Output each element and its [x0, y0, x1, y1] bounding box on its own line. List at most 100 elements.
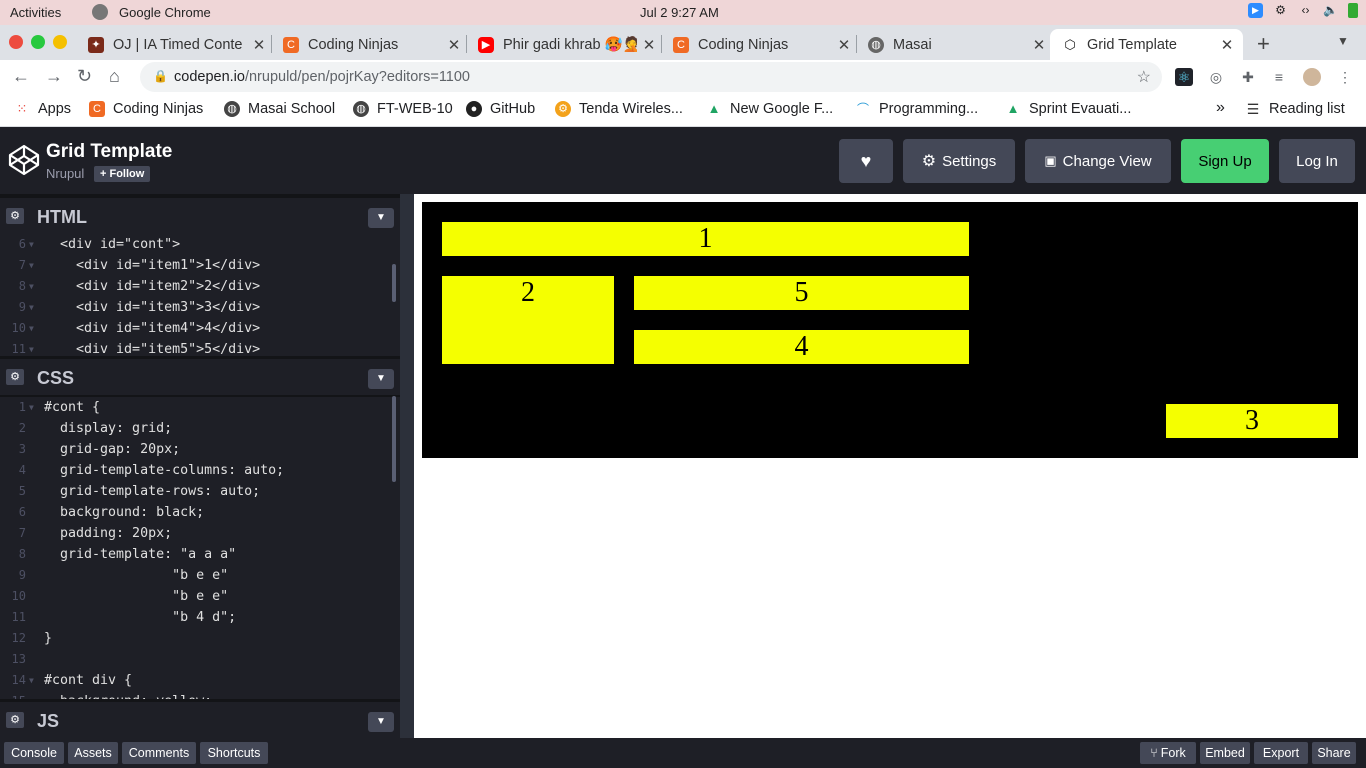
html-panel-header[interactable]: ⚙ HTML ▼ [0, 198, 400, 234]
tab-label: Coding Ninjas [698, 36, 789, 53]
tab-strip: ✦ OJ | IA Timed Conte ✕ C Coding Ninjas … [0, 25, 1366, 60]
fold-arrow-icon[interactable]: ▼ [29, 234, 34, 255]
close-icon[interactable]: ✕ [446, 36, 462, 54]
gear-icon[interactable]: ⚙ [6, 208, 24, 224]
forward-arrow-icon[interactable]: → [45, 66, 63, 87]
gear-icon[interactable]: ⚙ [6, 712, 24, 728]
tab-coding-ninjas[interactable]: C Coding Ninjas ✕ [277, 29, 462, 60]
bookmark-ft-web-10[interactable]: ◍ FT-WEB-10 [353, 101, 453, 117]
close-icon[interactable]: ✕ [1031, 36, 1047, 54]
css-code-editor[interactable]: 1 ▼ #cont { 2 display: grid; 3 grid-gap: 2… [0, 397, 400, 699]
comments-button[interactable]: Comments [122, 742, 196, 764]
pen-author[interactable]: Nrupul [46, 166, 84, 181]
new-tab-icon[interactable]: + [1257, 31, 1270, 57]
back-arrow-icon[interactable]: ← [12, 66, 30, 87]
reading-list-button[interactable]: ☰ Reading list [1245, 101, 1345, 117]
fold-arrow-icon[interactable]: ▼ [29, 276, 34, 297]
code-line: 6 background: black; [0, 502, 400, 523]
fold-arrow-icon[interactable]: ▼ [29, 670, 34, 691]
pen-title[interactable]: Grid Template [46, 141, 172, 163]
css-scrollbar[interactable] [392, 396, 396, 482]
codepen-logo-icon[interactable] [8, 144, 40, 176]
html-code-editor[interactable]: 6 ▼ <div id="cont"> 7 ▼ <div id="item1">1<… [0, 234, 400, 356]
console-button[interactable]: Console [4, 742, 64, 764]
home-icon[interactable]: ⌂ [109, 66, 120, 87]
close-icon[interactable]: ✕ [251, 36, 267, 54]
tab-youtube[interactable]: ▶ Phir gadi khrab 🥵🤦 ✕ [472, 29, 657, 60]
tab-oj[interactable]: ✦ OJ | IA Timed Conte ✕ [82, 29, 267, 60]
drive-sync-icon[interactable]: ⚙ [1273, 3, 1288, 18]
fold-arrow-icon[interactable]: ▼ [29, 255, 34, 276]
url-text[interactable]: codepen.io/nrupuld/pen/pojrKay?editors=1… [174, 69, 470, 85]
shortcuts-button[interactable]: Shortcuts [200, 742, 268, 764]
bookmark-sprint-evaluation[interactable]: ▲ Sprint Evauati... [1005, 101, 1132, 117]
gear-icon[interactable]: ⚙ [6, 369, 24, 385]
embed-button[interactable]: Embed [1200, 742, 1250, 764]
minimize-window-button[interactable] [53, 35, 67, 49]
network-icon[interactable]: ‹› [1298, 3, 1313, 18]
sign-up-label: Sign Up [1198, 152, 1252, 170]
bookmark-tenda[interactable]: ⚙ Tenda Wireles... [555, 101, 683, 117]
maximize-window-button[interactable] [31, 35, 45, 49]
menu-kebab-icon[interactable]: ⋮ [1336, 68, 1354, 86]
js-panel-header[interactable]: ⚙ JS ▼ [0, 702, 400, 738]
tab-grid-template[interactable]: ⬡ Grid Template ✕ [1050, 29, 1243, 60]
css-panel-header[interactable]: ⚙ CSS ▼ [0, 359, 400, 395]
profile-avatar[interactable] [1303, 68, 1321, 86]
zoom-icon[interactable]: ▶ [1248, 3, 1263, 18]
settings-button[interactable]: ⚙ Settings [903, 139, 1015, 183]
fold-arrow-icon[interactable]: ▼ [29, 318, 34, 339]
share-button[interactable]: Share [1312, 742, 1356, 764]
close-window-button[interactable] [9, 35, 23, 49]
bookmarks-overflow-icon[interactable]: » [1216, 99, 1225, 117]
lock-icon[interactable]: 🔒 [153, 69, 168, 83]
fold-arrow-icon[interactable]: ▼ [29, 297, 34, 318]
tab-search-icon[interactable]: ▼ [1337, 34, 1349, 48]
battery-icon[interactable] [1348, 3, 1358, 18]
codepen-header: Grid Template Nrupul + Follow ♥ ⚙ Settin… [0, 128, 1366, 194]
close-icon[interactable]: ✕ [836, 36, 852, 54]
fold-arrow-icon[interactable]: ▼ [29, 397, 34, 418]
love-button[interactable]: ♥ [839, 139, 893, 183]
log-in-button[interactable]: Log In [1279, 139, 1355, 183]
bookmark-masai-school[interactable]: ◍ Masai School [224, 101, 335, 117]
html-scrollbar[interactable] [392, 264, 396, 302]
app-name[interactable]: Google Chrome [119, 5, 211, 20]
fork-button[interactable]: ⑂ Fork [1140, 742, 1196, 764]
html-panel-title: HTML [37, 207, 87, 227]
close-icon[interactable]: ✕ [1219, 36, 1235, 54]
chevron-down-icon[interactable]: ▼ [368, 712, 394, 732]
chevron-down-icon[interactable]: ▼ [368, 369, 394, 389]
react-devtools-icon[interactable]: ⚛ [1175, 68, 1193, 86]
chevron-down-icon[interactable]: ▼ [368, 208, 394, 228]
bookmark-github[interactable]: ● GitHub [466, 101, 535, 117]
follow-button[interactable]: + Follow [94, 166, 151, 182]
export-button[interactable]: Export [1254, 742, 1308, 764]
bookmark-programming[interactable]: ⌒ Programming... [855, 101, 978, 117]
system-tray[interactable]: ▶ ⚙ ‹› 🔈 [1248, 3, 1358, 18]
code-text: #cont div { [44, 673, 133, 688]
assets-button[interactable]: Assets [68, 742, 118, 764]
tab-masai[interactable]: ◍ Masai ✕ [862, 29, 1047, 60]
tab-label: Grid Template [1087, 36, 1177, 53]
reload-icon[interactable]: ↻ [77, 66, 92, 87]
editor-resizer[interactable] [400, 194, 414, 738]
change-view-button[interactable]: ▣ Change View [1025, 139, 1171, 183]
close-icon[interactable]: ✕ [641, 36, 657, 54]
fold-arrow-icon[interactable]: ▼ [29, 339, 34, 356]
bookmark-coding-ninjas[interactable]: C Coding Ninjas [89, 101, 203, 117]
volume-icon[interactable]: 🔈 [1323, 3, 1338, 18]
bookmark-apps[interactable]: ⁙ Apps [14, 101, 72, 117]
bookmark-new-google-form[interactable]: ▲ New Google F... [706, 101, 834, 117]
sign-up-button[interactable]: Sign Up [1181, 139, 1269, 183]
tab-label: Phir gadi khrab 🥵🤦 [503, 37, 637, 53]
clock[interactable]: Jul 2 9:27 AM [640, 5, 719, 20]
media-queue-icon[interactable]: ≡ [1270, 68, 1288, 86]
tab-coding-ninjas-2[interactable]: C Coding Ninjas ✕ [667, 29, 852, 60]
address-bar[interactable]: 🔒 codepen.io/nrupuld/pen/pojrKay?editors… [140, 62, 1162, 92]
extension-circle-icon[interactable]: ◎ [1207, 68, 1225, 86]
bookmark-star-icon[interactable]: ☆ [1137, 67, 1151, 87]
extensions-puzzle-icon[interactable]: ✚ [1239, 68, 1257, 86]
coding-ninjas-icon: C [283, 36, 299, 53]
activities-button[interactable]: Activities [10, 5, 61, 20]
